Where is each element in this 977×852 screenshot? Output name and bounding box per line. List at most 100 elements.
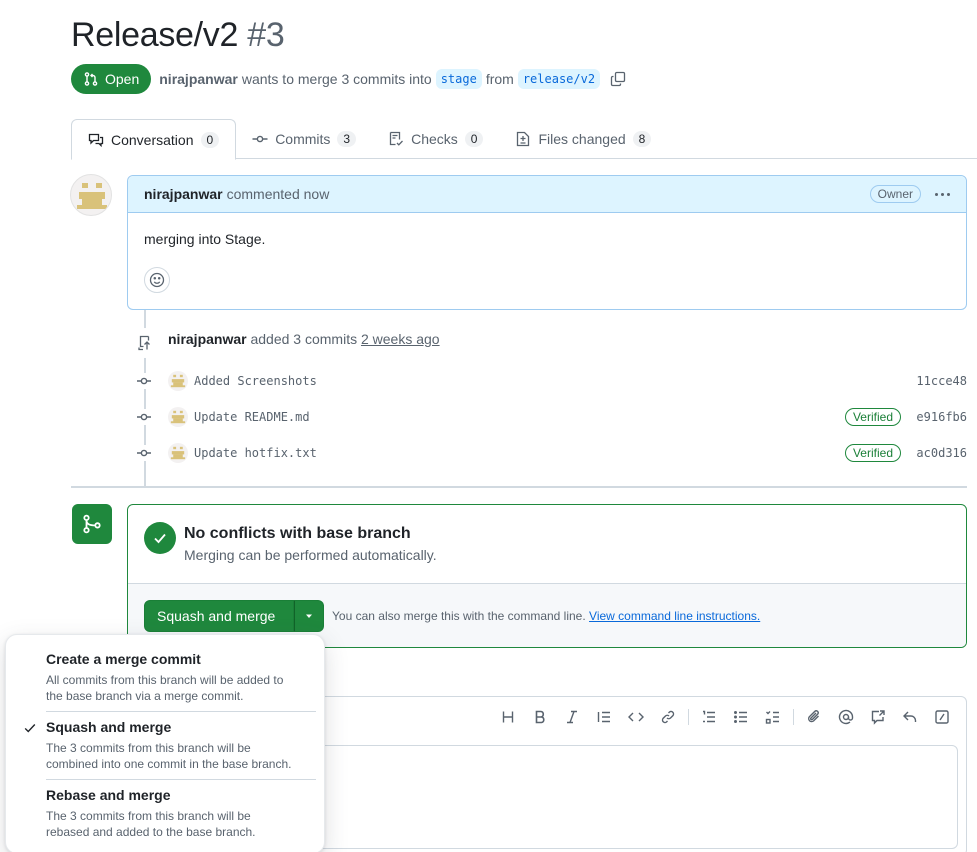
push-time-link[interactable]: 2 weeks ago [361, 331, 440, 347]
from-text: from [485, 71, 514, 87]
menu-item-description: The 3 commits from this branch will be r… [46, 808, 310, 840]
pr-author-link[interactable]: nirajpanwar [159, 71, 238, 87]
description-line: The 3 commits from this branch will be [46, 809, 251, 823]
merge-status-title: No conflicts with base branch [184, 525, 411, 542]
link-icon[interactable] [652, 707, 684, 727]
mention-icon[interactable] [830, 707, 862, 727]
toolbar-divider [793, 709, 794, 725]
avatar[interactable] [168, 443, 188, 463]
menu-divider [46, 711, 316, 712]
git-commit-icon [252, 135, 268, 143]
verified-badge[interactable]: Verified [844, 408, 901, 426]
copy-icon[interactable] [610, 71, 626, 87]
heading-icon[interactable] [492, 707, 524, 727]
description-line: combined into one commit in the base bra… [46, 757, 292, 771]
comment-header: nirajpanwar commented now Owner [128, 176, 966, 213]
menu-item-description: The 3 commits from this branch will be c… [46, 740, 310, 772]
toolbar-divider [688, 709, 689, 725]
page-title: Release/v2 #3 [71, 16, 285, 55]
git-commit-icon [136, 373, 152, 389]
reply-icon[interactable] [894, 707, 926, 727]
quote-icon[interactable] [588, 707, 620, 727]
add-reaction-button[interactable] [144, 267, 170, 293]
description-line: rebased and added to the base branch. [46, 825, 256, 839]
avatar[interactable] [168, 371, 188, 391]
merge-method-dropdown-button[interactable] [294, 600, 324, 632]
menu-item-squash-and-merge[interactable]: Squash and merge The 3 commits from this… [6, 719, 326, 772]
menu-item-title: Squash and merge [46, 719, 172, 735]
git-pull-request-icon [84, 72, 98, 86]
commit-message-link[interactable]: Update README.md [194, 410, 310, 424]
tab-label: Commits [275, 131, 331, 147]
bold-icon[interactable] [524, 707, 556, 727]
owner-badge: Owner [869, 185, 921, 203]
comment-body: merging into Stage. [144, 231, 266, 247]
git-merge-icon [72, 504, 112, 544]
avatar[interactable] [70, 174, 112, 216]
menu-item-description: All commits from this branch will be add… [46, 672, 310, 704]
unordered-list-icon[interactable] [725, 707, 757, 727]
commit-sha-link[interactable]: 11cce48 [901, 374, 967, 388]
tab-commits[interactable]: Commits 3 [236, 119, 372, 159]
push-author-link[interactable]: nirajpanwar [168, 331, 247, 347]
file-diff-icon [517, 131, 530, 147]
menu-divider [46, 779, 316, 780]
tab-conversation[interactable]: Conversation 0 [71, 119, 237, 160]
markdown-toolbar [492, 707, 958, 727]
base-branch-link[interactable]: stage [435, 69, 482, 89]
status-text: Open [105, 71, 140, 87]
list-item: Update README.md Verified e916fb6 [136, 405, 967, 429]
description-line: All commits from this branch will be add… [46, 673, 284, 687]
git-commit-icon [136, 445, 152, 461]
head-branch-link[interactable]: release/v2 [517, 69, 601, 89]
check-icon [144, 522, 176, 554]
list-item: Update hotfix.txt Verified ac0d316 [136, 441, 967, 465]
merge-box: No conflicts with base branch Merging ca… [127, 504, 967, 648]
merge-method-menu: Create a merge commit All commits from t… [5, 634, 325, 852]
ordered-list-icon[interactable] [693, 707, 725, 727]
comment-author-link[interactable]: nirajpanwar [144, 186, 223, 202]
smiley-icon [149, 272, 165, 288]
timeline-divider [71, 486, 967, 488]
kebab-menu-icon[interactable] [935, 192, 950, 196]
menu-item-rebase-and-merge[interactable]: Rebase and merge The 3 commits from this… [6, 787, 326, 840]
commit-message-link[interactable]: Update hotfix.txt [194, 446, 317, 460]
squash-and-merge-button[interactable]: Squash and merge [144, 600, 294, 632]
comment-box: nirajpanwar commented now Owner merging … [127, 175, 967, 310]
check-icon [23, 721, 37, 738]
task-list-icon[interactable] [757, 707, 789, 727]
tab-count: 0 [200, 131, 220, 148]
repo-push-icon [130, 328, 160, 358]
list-item: Added Screenshots 11cce48 [136, 369, 967, 393]
menu-item-create-merge-commit[interactable]: Create a merge commit All commits from t… [6, 651, 326, 704]
italic-icon[interactable] [556, 707, 588, 727]
commit-sha-link[interactable]: e916fb6 [901, 410, 967, 424]
tab-label: Files changed [538, 131, 626, 147]
paperclip-icon[interactable] [798, 707, 830, 727]
status-badge: Open [71, 64, 152, 94]
commit-message-link[interactable]: Added Screenshots [194, 374, 317, 388]
verified-badge[interactable]: Verified [844, 444, 901, 462]
tab-checks[interactable]: Checks 0 [372, 119, 499, 159]
slash-command-icon[interactable] [926, 707, 958, 727]
cross-reference-icon[interactable] [862, 707, 894, 727]
checklist-icon [389, 131, 404, 146]
cli-instructions-link[interactable]: View command line instructions. [589, 609, 760, 623]
comment-discussion-icon [88, 133, 104, 147]
merge-description: wants to merge 3 commits into [241, 71, 432, 87]
pr-number: #3 [247, 16, 285, 54]
tab-files-changed[interactable]: Files changed 8 [499, 119, 667, 159]
cli-text: You can also merge this with the command… [332, 609, 586, 623]
pr-meta: Open nirajpanwar wants to merge 3 commit… [71, 64, 626, 94]
merge-button-group: Squash and merge [144, 600, 324, 632]
menu-item-title: Rebase and merge [46, 787, 171, 803]
description-line: The 3 commits from this branch will be [46, 741, 251, 755]
tab-label: Checks [411, 131, 458, 147]
code-icon[interactable] [620, 707, 652, 727]
command-line-hint: You can also merge this with the command… [332, 609, 760, 623]
avatar[interactable] [168, 407, 188, 427]
tab-label: Conversation [111, 131, 194, 148]
pr-tabs: Conversation 0 Commits 3 Checks 0 Files … [71, 119, 977, 160]
commit-sha-link[interactable]: ac0d316 [901, 446, 967, 460]
push-text: added 3 commits [250, 331, 358, 347]
